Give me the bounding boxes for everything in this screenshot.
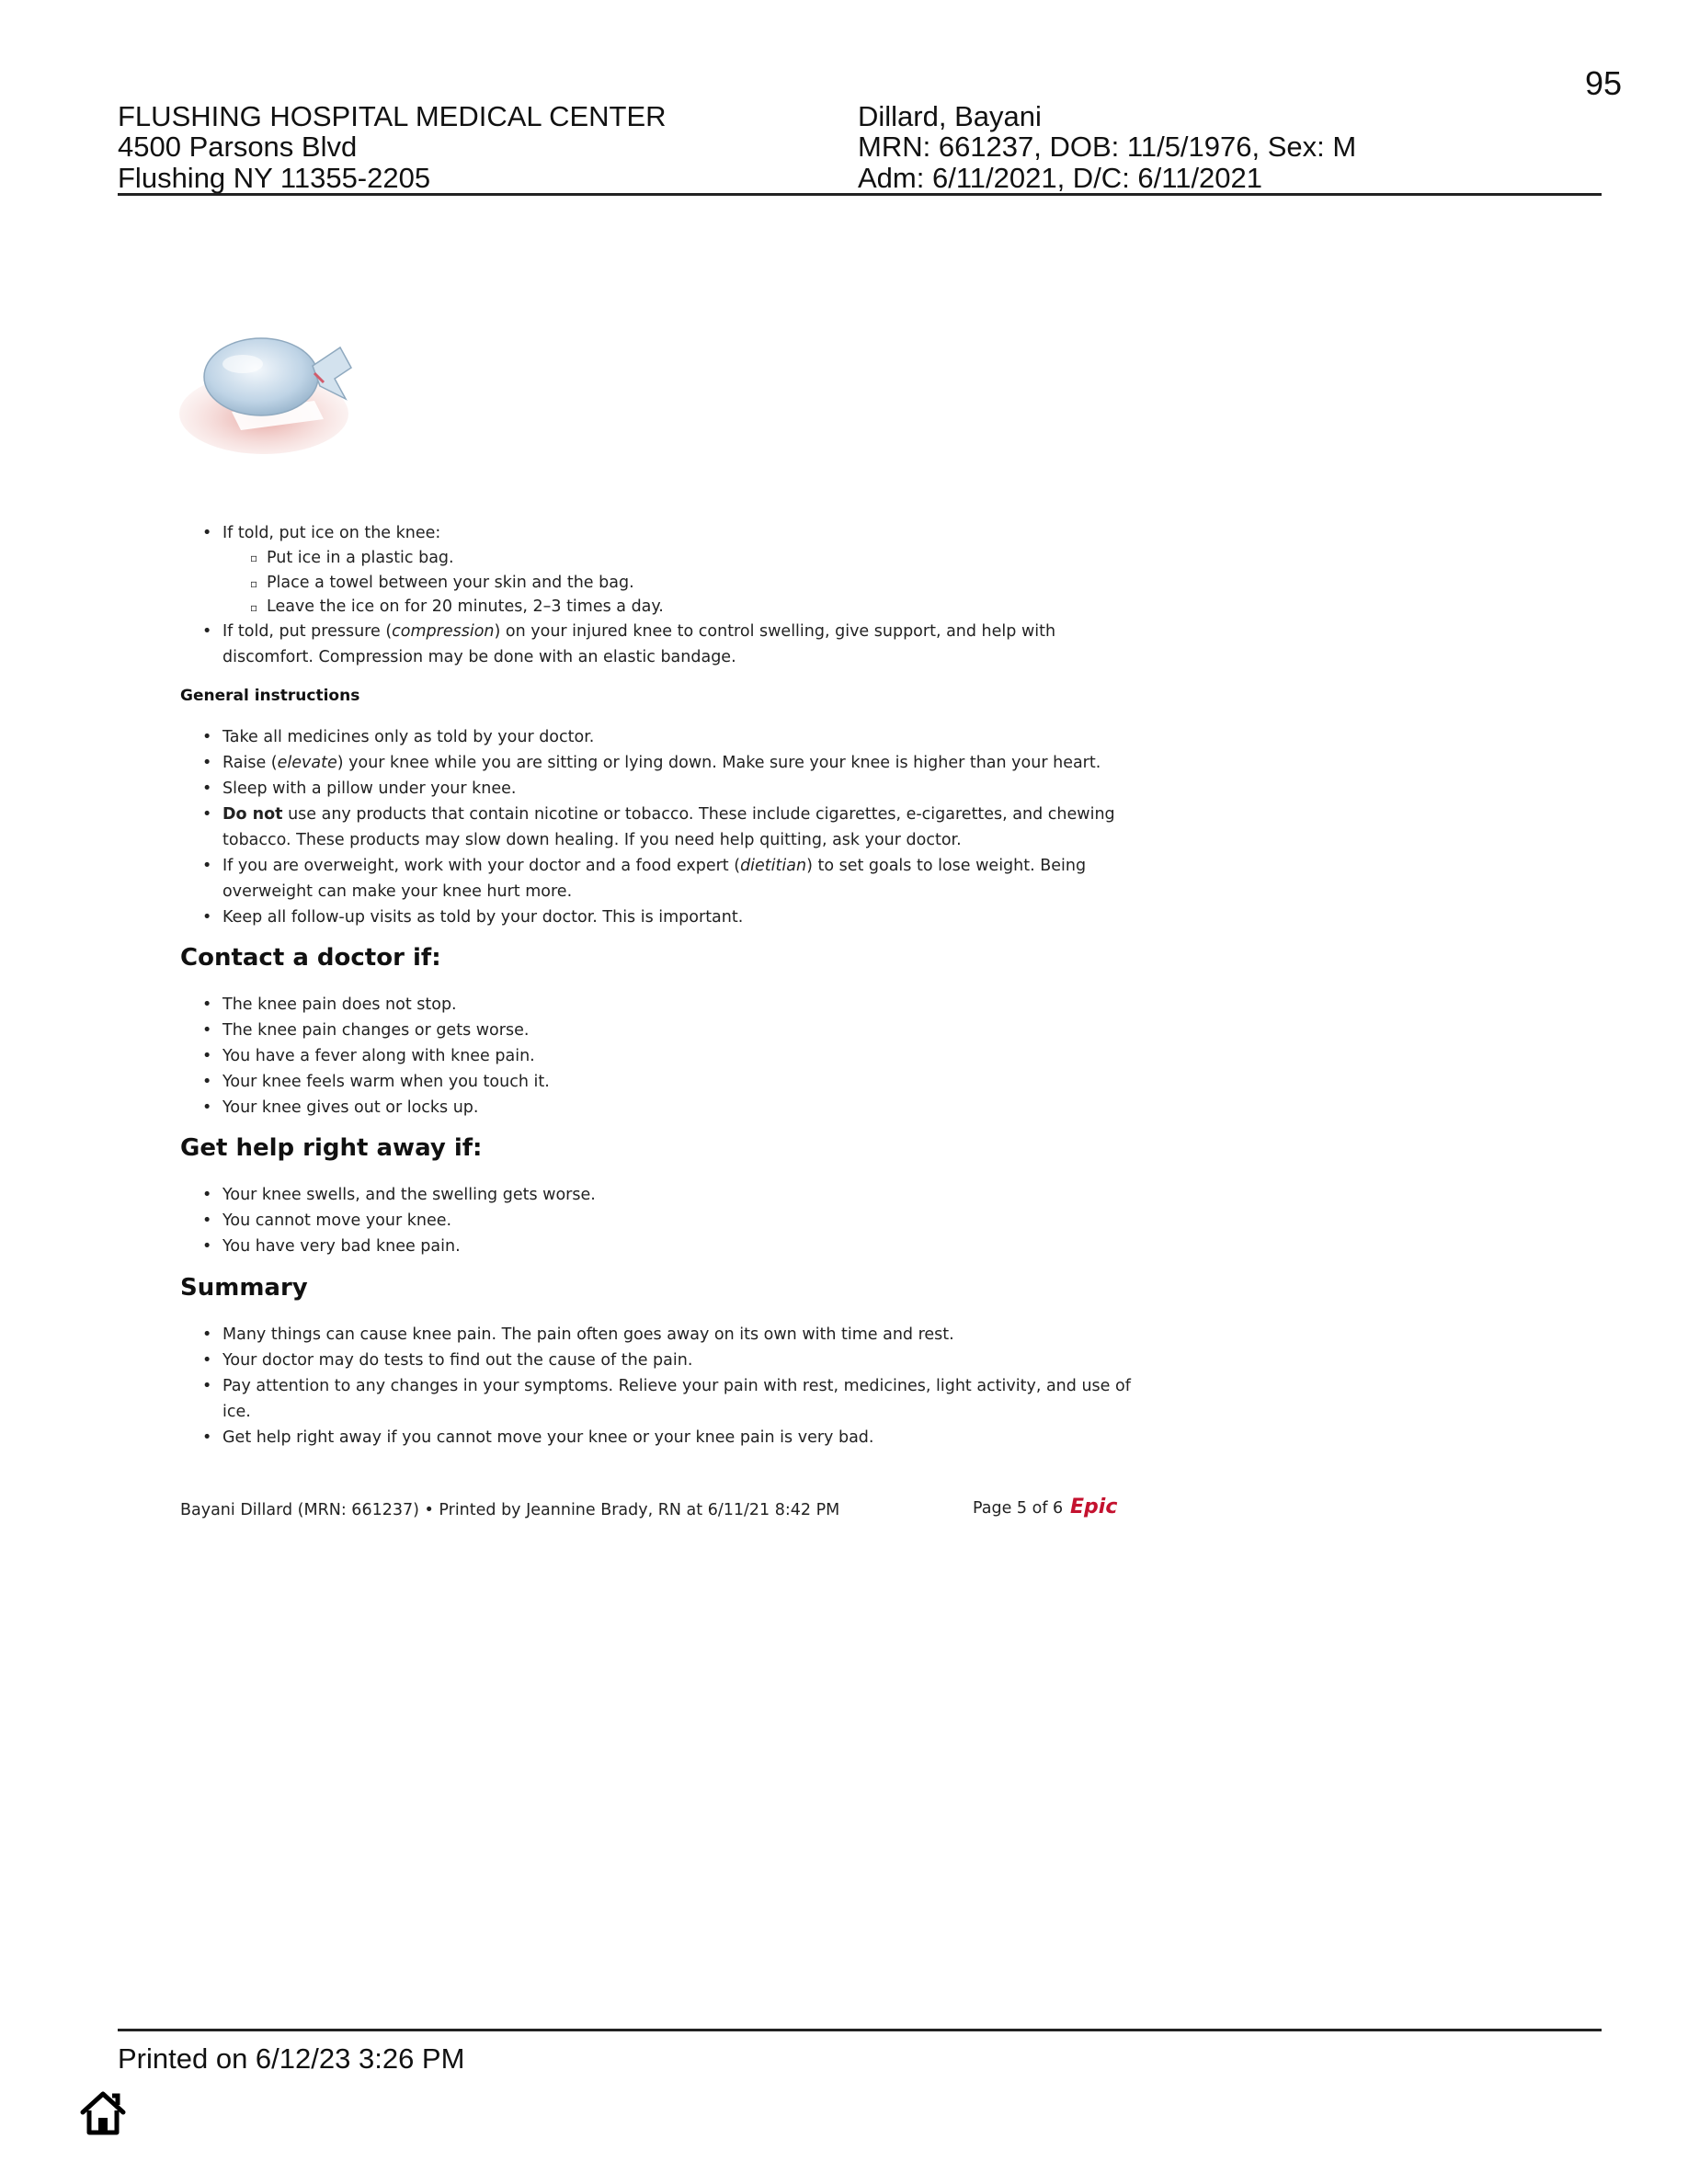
- ice-bag-illustration: [179, 337, 352, 454]
- admission-dates: Adm: 6/11/2021, D/C: 6/11/2021: [858, 162, 1263, 194]
- bullet-marker: •: [202, 779, 212, 798]
- bullet-marker: •: [202, 1021, 212, 1040]
- bullet-marker: •: [202, 805, 212, 824]
- bullet-marker: •: [202, 1211, 212, 1230]
- bullet-marker: •: [202, 1351, 212, 1370]
- list-item: If you are overweight, work with your do…: [222, 857, 1087, 875]
- list-item: If told, put pressure (compression) on y…: [222, 622, 1056, 641]
- list-item-continuation: tobacco. These products may slow down he…: [222, 831, 962, 849]
- list-item: Put ice in a plastic bag.: [267, 549, 454, 567]
- bullet-marker: •: [202, 1047, 212, 1065]
- list-item: Many things can cause knee pain. The pai…: [222, 1325, 954, 1344]
- section-heading-general: General instructions: [180, 687, 360, 705]
- list-item: The knee pain does not stop.: [222, 995, 457, 1014]
- list-item: You have very bad knee pain.: [222, 1237, 461, 1256]
- bullet-marker: •: [202, 1098, 212, 1117]
- hospital-name: FLUSHING HOSPITAL MEDICAL CENTER: [118, 100, 667, 132]
- hospital-address-line1: 4500 Parsons Blvd: [118, 131, 358, 163]
- list-item: If told, put ice on the knee:: [222, 524, 441, 542]
- list-item: Your knee feels warm when you touch it.: [222, 1073, 550, 1091]
- bullet-marker: •: [202, 622, 212, 641]
- bullet-marker: •: [202, 728, 212, 746]
- list-item: Place a towel between your skin and the …: [267, 574, 634, 592]
- printed-by-line: Bayani Dillard (MRN: 661237) • Printed b…: [180, 1501, 840, 1519]
- home-icon[interactable]: [77, 2087, 129, 2138]
- list-item: Get help right away if you cannot move y…: [222, 1428, 874, 1447]
- footer-divider: [118, 2029, 1602, 2031]
- header-divider: [118, 193, 1602, 196]
- list-item-continuation: discomfort. Compression may be done with…: [222, 648, 736, 666]
- bullet-marker: •: [202, 1377, 212, 1395]
- page-number: 95: [1585, 64, 1623, 102]
- list-item: Raise (elevate) your knee while you are …: [222, 754, 1101, 772]
- list-item-continuation: ice.: [222, 1403, 251, 1421]
- bullet-marker: •: [202, 995, 212, 1014]
- list-item: Pay attention to any changes in your sym…: [222, 1377, 1131, 1395]
- section-heading-summary: Summary: [180, 1274, 308, 1302]
- patient-name: Dillard, Bayani: [858, 100, 1042, 132]
- list-item: Keep all follow-up visits as told by you…: [222, 908, 744, 927]
- list-item: The knee pain changes or gets worse.: [222, 1021, 530, 1040]
- list-item: Your knee swells, and the swelling gets …: [222, 1186, 596, 1204]
- section-heading-help: Get help right away if:: [180, 1134, 483, 1162]
- list-item: Sleep with a pillow under your knee.: [222, 779, 517, 798]
- sub-bullet-marker: ▫: [250, 577, 258, 590]
- list-item-continuation: overweight can make your knee hurt more.: [222, 882, 573, 901]
- bullet-marker: •: [202, 1428, 212, 1447]
- bullet-marker: •: [202, 754, 212, 772]
- printed-on-line: Printed on 6/12/23 3:26 PM: [118, 2042, 465, 2075]
- page-of-indicator: Page 5 of 6: [973, 1499, 1064, 1518]
- bullet-marker: •: [202, 1325, 212, 1344]
- epic-logo: Epic: [1070, 1496, 1118, 1519]
- bullet-marker: •: [202, 524, 212, 542]
- patient-ids: MRN: 661237, DOB: 11/5/1976, Sex: M: [858, 131, 1357, 163]
- section-heading-contact: Contact a doctor if:: [180, 944, 441, 972]
- list-item: Take all medicines only as told by your …: [222, 728, 595, 746]
- bullet-marker: •: [202, 1237, 212, 1256]
- sub-bullet-marker: ▫: [250, 601, 258, 614]
- list-item: Leave the ice on for 20 minutes, 2–3 tim…: [267, 597, 664, 616]
- list-item: Do not use any products that contain nic…: [222, 805, 1115, 824]
- hospital-address-line2: Flushing NY 11355-2205: [118, 162, 431, 194]
- list-item: You cannot move your knee.: [222, 1211, 452, 1230]
- bullet-marker: •: [202, 908, 212, 927]
- list-item: Your knee gives out or locks up.: [222, 1098, 479, 1117]
- list-item: Your doctor may do tests to find out the…: [222, 1351, 693, 1370]
- bullet-marker: •: [202, 1186, 212, 1204]
- sub-bullet-marker: ▫: [250, 552, 258, 564]
- list-item: You have a fever along with knee pain.: [222, 1047, 535, 1065]
- bullet-marker: •: [202, 857, 212, 875]
- bullet-marker: •: [202, 1073, 212, 1091]
